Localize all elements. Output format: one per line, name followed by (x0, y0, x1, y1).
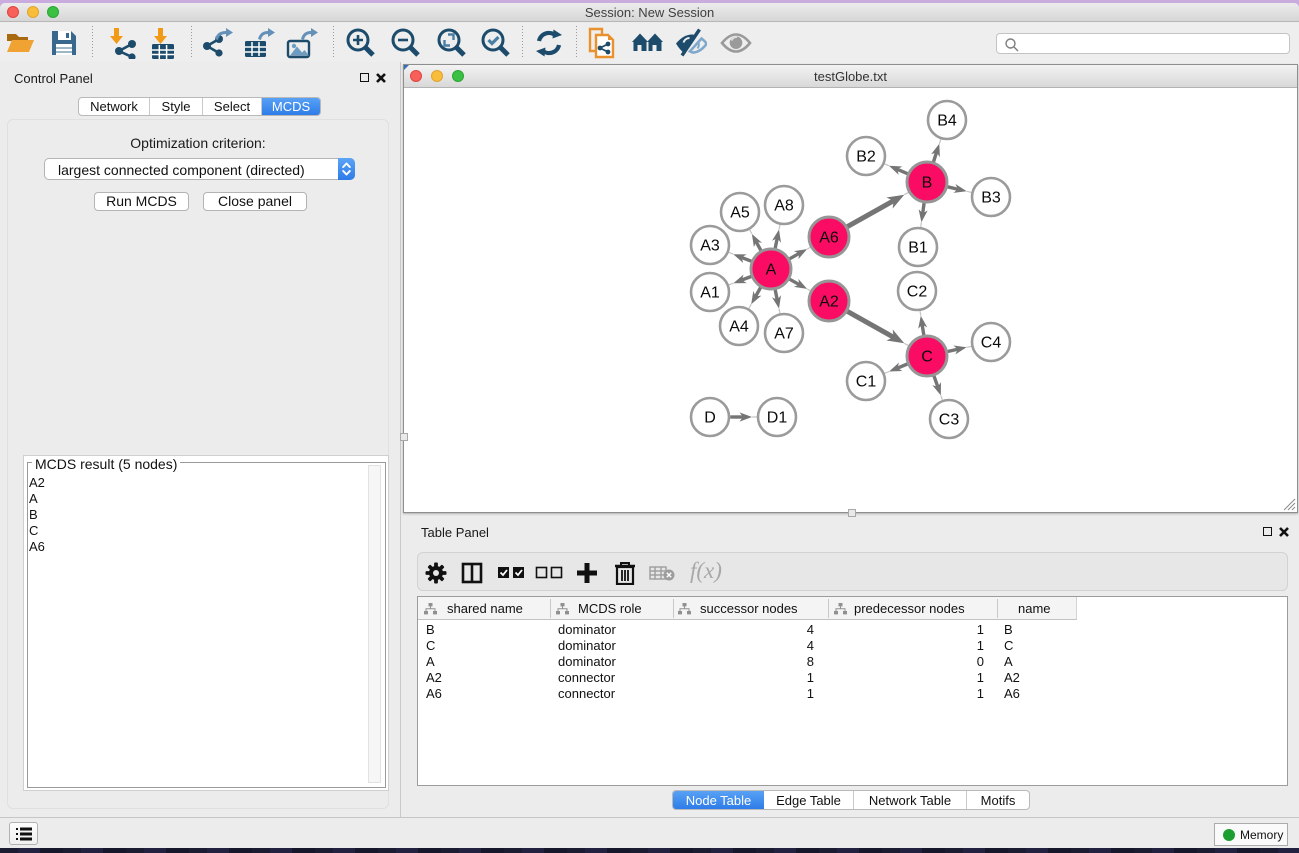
svg-text:C4: C4 (981, 335, 1002, 352)
svg-text:D1: D1 (767, 410, 788, 427)
svg-text:B4: B4 (937, 113, 957, 130)
svg-text:C: C (921, 349, 933, 366)
svg-text:B1: B1 (908, 240, 928, 257)
svg-text:C2: C2 (907, 284, 928, 301)
svg-text:D: D (704, 410, 716, 427)
svg-text:A1: A1 (700, 285, 720, 302)
svg-text:A2: A2 (819, 294, 839, 311)
svg-text:A8: A8 (774, 198, 794, 215)
svg-text:B3: B3 (981, 190, 1001, 207)
svg-text:A4: A4 (729, 319, 749, 336)
svg-text:C3: C3 (939, 412, 960, 429)
svg-text:A6: A6 (819, 230, 839, 247)
svg-text:B: B (922, 175, 933, 192)
svg-text:A5: A5 (730, 205, 750, 222)
svg-text:A: A (766, 262, 777, 279)
svg-text:B2: B2 (856, 149, 876, 166)
svg-text:A7: A7 (774, 326, 794, 343)
svg-text:A3: A3 (700, 238, 720, 255)
svg-text:C1: C1 (856, 374, 877, 391)
